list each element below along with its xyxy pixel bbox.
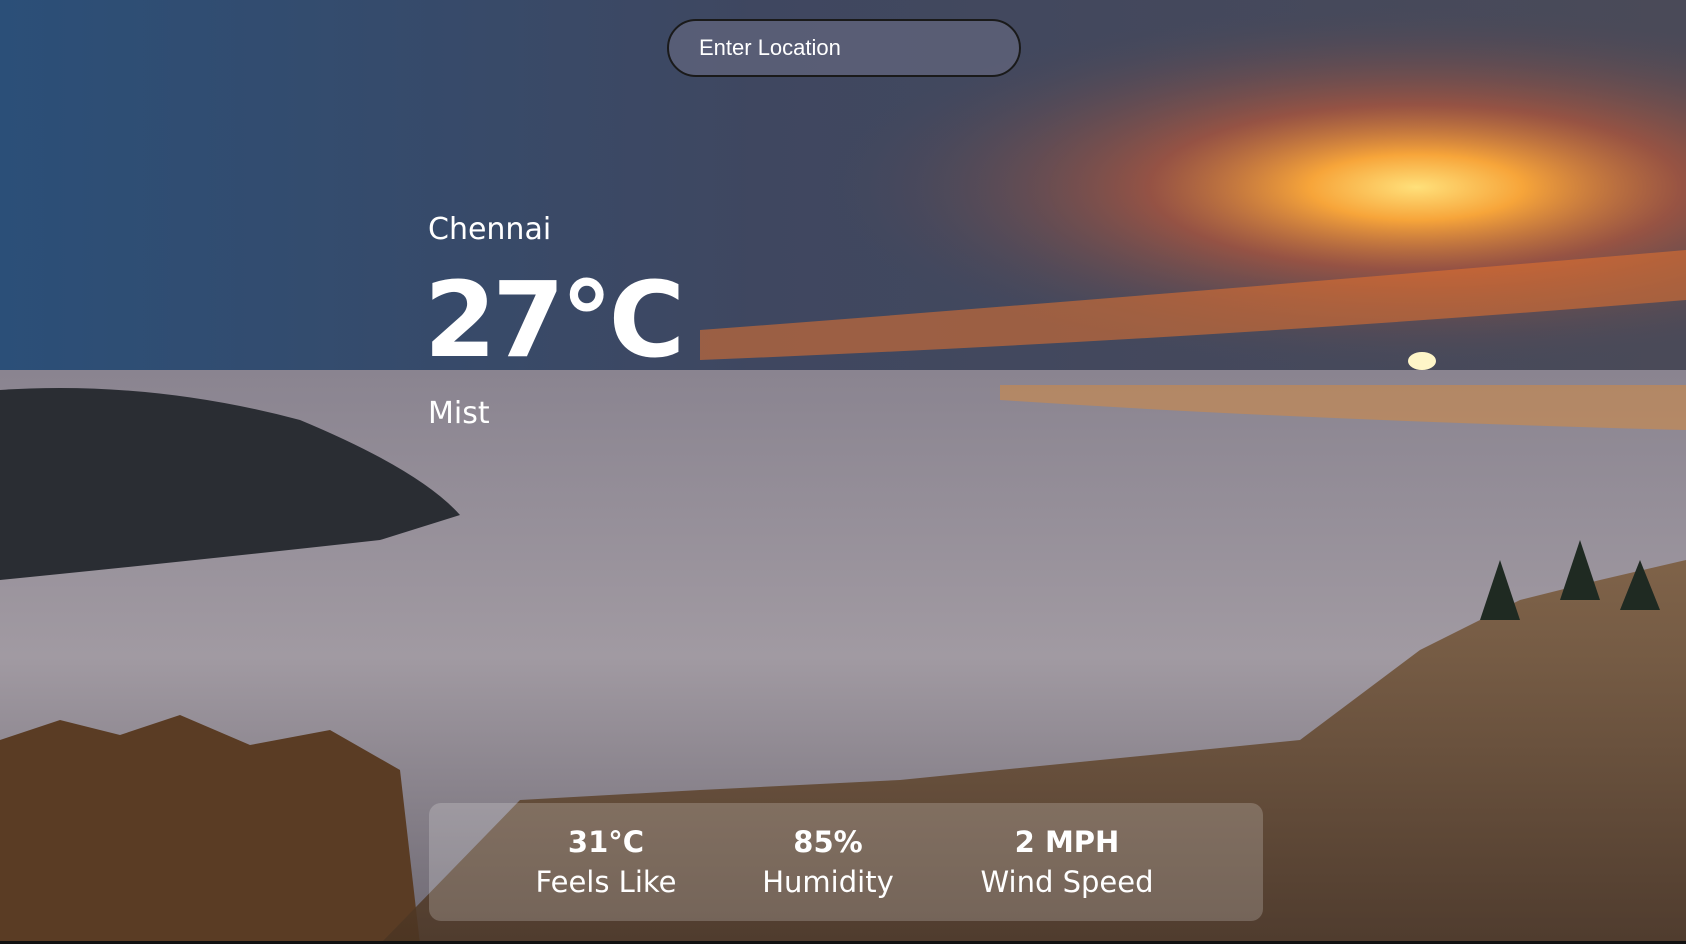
feels-like-value: 31°C [567, 825, 645, 859]
humidity-label: Humidity [762, 865, 894, 899]
weather-description: Mist [428, 396, 490, 431]
current-weather: Chennai 27°C Mist [424, 210, 685, 434]
humidity-value: 85% [793, 825, 863, 859]
wind-speed-value: 2 MPH [1014, 825, 1120, 859]
location-search-input[interactable] [667, 19, 1021, 77]
feels-like-stat: 31°C Feels Like [536, 823, 677, 903]
humidity-stat: 85% Humidity [762, 823, 894, 903]
wind-speed-stat: 2 MPH Wind Speed [980, 823, 1153, 903]
wind-speed-label: Wind Speed [980, 865, 1154, 899]
weather-app: Chennai 27°C Mist 31°C Feels Like 85% Hu… [0, 0, 1686, 944]
current-temperature: 27°C [424, 259, 685, 381]
weather-stats-panel: 31°C Feels Like 85% Humidity 2 MPH Wind … [429, 803, 1263, 921]
city-name: Chennai [428, 212, 552, 247]
feels-like-label: Feels Like [535, 865, 677, 899]
